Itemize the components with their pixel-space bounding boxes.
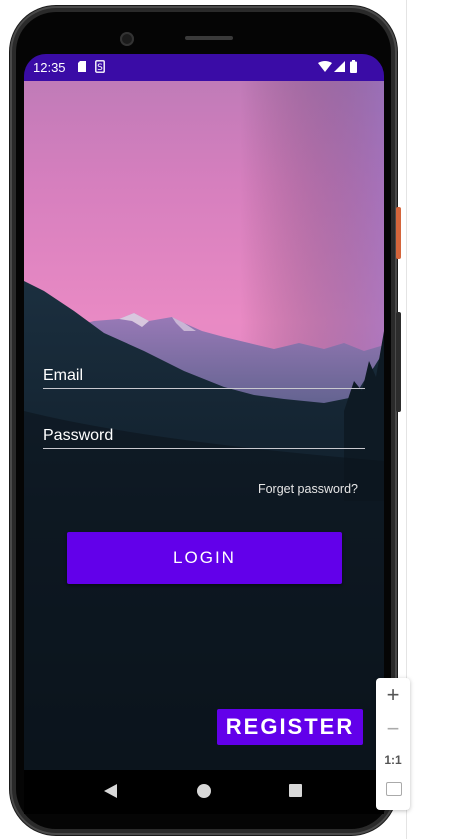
- signal-icon: [334, 61, 345, 72]
- zoom-controls: + − 1:1: [376, 678, 410, 810]
- earpiece-speaker: [185, 36, 233, 40]
- app-screen: 12:35 S Email Forget password? LOGIN REG…: [24, 54, 384, 770]
- actual-size-button[interactable]: 1:1: [376, 753, 410, 767]
- volume-button[interactable]: [396, 312, 401, 412]
- zoom-in-icon[interactable]: +: [376, 682, 410, 708]
- login-button[interactable]: LOGIN: [67, 532, 342, 584]
- password-field[interactable]: [43, 416, 365, 452]
- status-time: 12:35: [33, 60, 66, 75]
- email-field[interactable]: [43, 356, 365, 392]
- back-icon[interactable]: [104, 784, 117, 798]
- register-button[interactable]: REGISTER: [217, 709, 363, 745]
- svg-text:S: S: [97, 63, 103, 73]
- sd-card-icon: [78, 61, 86, 72]
- navigation-bar: [24, 770, 384, 814]
- forgot-password-link[interactable]: Forget password?: [258, 482, 358, 496]
- zoom-out-icon[interactable]: −: [376, 716, 410, 742]
- battery-icon: [350, 60, 357, 73]
- email-input[interactable]: [43, 356, 365, 392]
- fit-screen-icon[interactable]: [386, 782, 402, 796]
- power-button[interactable]: [396, 207, 401, 259]
- status-bar: 12:35 S: [24, 54, 384, 81]
- password-input[interactable]: [43, 416, 365, 452]
- wifi-icon: [318, 61, 332, 72]
- home-icon[interactable]: [197, 784, 211, 798]
- recents-icon[interactable]: [289, 784, 302, 797]
- s-notification-icon: S: [95, 60, 105, 73]
- front-camera: [120, 32, 134, 46]
